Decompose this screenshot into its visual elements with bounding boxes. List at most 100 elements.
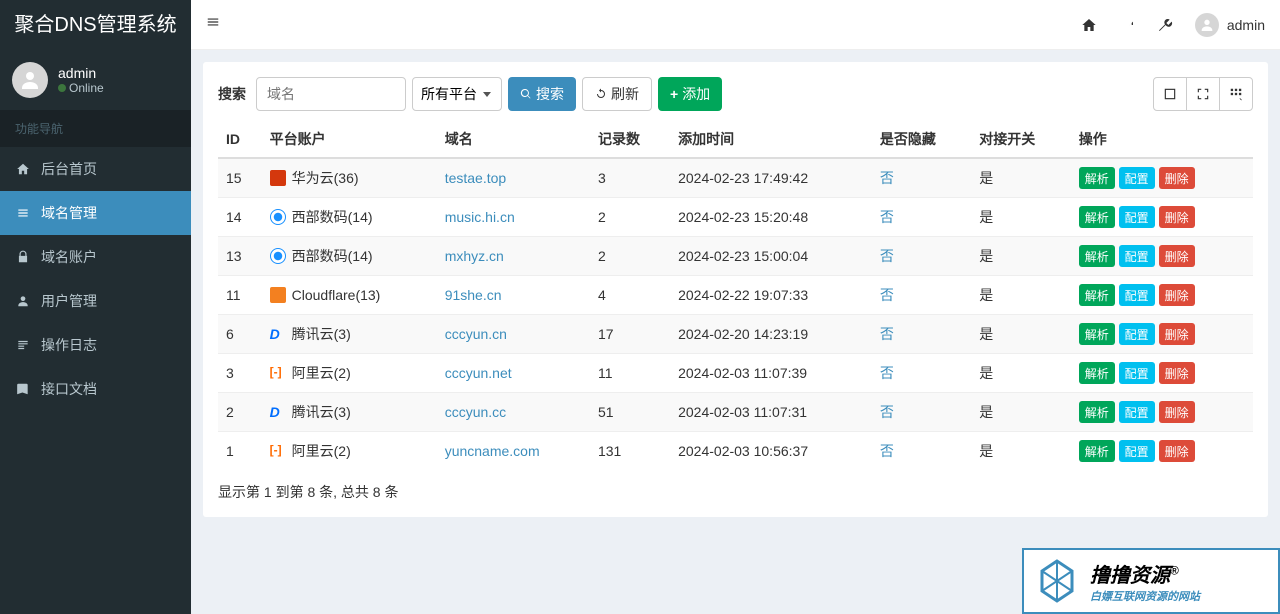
cell-records: 2 — [590, 198, 670, 237]
sidebar-item-label: 接口文档 — [41, 379, 97, 399]
resolve-button[interactable]: 解析 — [1079, 323, 1115, 345]
sidebar-item-domain-manage[interactable]: 域名管理 — [0, 191, 191, 235]
cell-switch: 是 — [971, 393, 1070, 432]
cell-switch: 是 — [971, 432, 1070, 471]
sidebar-item-docs[interactable]: 接口文档 — [0, 367, 191, 411]
resolve-button[interactable]: 解析 — [1079, 167, 1115, 189]
col-account[interactable]: 平台账户 — [262, 121, 437, 158]
domain-link[interactable]: cccyun.cn — [445, 326, 507, 342]
pagination-button[interactable] — [1153, 77, 1187, 111]
delete-button[interactable]: 删除 — [1159, 206, 1195, 228]
cell-records: 3 — [590, 158, 670, 198]
sidebar-item-user-manage[interactable]: 用户管理 — [0, 279, 191, 323]
sidebar-item-domain-account[interactable]: 域名账户 — [0, 235, 191, 279]
domain-link[interactable]: yuncname.com — [445, 443, 540, 459]
sidebar-toggle-button[interactable] — [206, 15, 220, 34]
cell-hidden: 否 — [872, 354, 971, 393]
domain-link[interactable]: cccyun.net — [445, 365, 512, 381]
delete-button[interactable]: 删除 — [1159, 440, 1195, 462]
wrench-icon[interactable] — [1157, 17, 1173, 33]
delete-button[interactable]: 删除 — [1159, 362, 1195, 384]
cell-action: 解析 配置 删除 — [1071, 354, 1253, 393]
search-button[interactable]: 搜索 — [508, 77, 576, 111]
resolve-button[interactable]: 解析 — [1079, 206, 1115, 228]
sidebar-item-home[interactable]: 后台首页 — [0, 147, 191, 191]
resolve-button[interactable]: 解析 — [1079, 401, 1115, 423]
user-icon — [15, 293, 31, 309]
home-icon[interactable] — [1081, 17, 1097, 33]
delete-button[interactable]: 删除 — [1159, 245, 1195, 267]
config-button[interactable]: 配置 — [1119, 284, 1155, 306]
cell-time: 2024-02-23 15:00:04 — [670, 237, 872, 276]
config-button[interactable]: 配置 — [1119, 245, 1155, 267]
sidebar-item-log[interactable]: 操作日志 — [0, 323, 191, 367]
hidden-toggle[interactable]: 否 — [880, 326, 894, 342]
domain-link[interactable]: testae.top — [445, 170, 507, 186]
aliyun-icon: [-] — [270, 443, 286, 459]
domain-link[interactable]: 91she.cn — [445, 287, 502, 303]
search-input[interactable] — [256, 77, 406, 111]
col-hidden[interactable]: 是否隐藏 — [872, 121, 971, 158]
config-button[interactable]: 配置 — [1119, 362, 1155, 384]
delete-button[interactable]: 删除 — [1159, 167, 1195, 189]
delete-button[interactable]: 删除 — [1159, 323, 1195, 345]
columns-button[interactable] — [1219, 77, 1253, 111]
header-user[interactable]: admin — [1195, 13, 1265, 37]
config-button[interactable]: 配置 — [1119, 401, 1155, 423]
domain-link[interactable]: cccyun.cc — [445, 404, 506, 420]
resolve-button[interactable]: 解析 — [1079, 284, 1115, 306]
platform-select[interactable]: 所有平台 — [412, 77, 502, 111]
table-row: 11Cloudflare(13)91she.cn42024-02-22 19:0… — [218, 276, 1253, 315]
cell-account: [-]阿里云(2) — [262, 432, 437, 471]
xbsj-icon — [270, 209, 286, 225]
sidebar-item-label: 域名管理 — [41, 203, 97, 223]
cell-action: 解析 配置 删除 — [1071, 315, 1253, 354]
cell-action: 解析 配置 删除 — [1071, 393, 1253, 432]
hidden-toggle[interactable]: 否 — [880, 209, 894, 225]
cell-account: 西部数码(14) — [262, 198, 437, 237]
user-info: admin Online — [58, 65, 104, 95]
cell-time: 2024-02-03 10:56:37 — [670, 432, 872, 471]
cloudflare-icon — [270, 287, 286, 303]
log-icon — [15, 337, 31, 353]
hidden-toggle[interactable]: 否 — [880, 248, 894, 264]
domain-link[interactable]: music.hi.cn — [445, 209, 515, 225]
domain-link[interactable]: mxhyz.cn — [445, 248, 504, 264]
cell-switch: 是 — [971, 158, 1070, 198]
table-row: 15华为云(36)testae.top32024-02-23 17:49:42否… — [218, 158, 1253, 198]
config-button[interactable]: 配置 — [1119, 323, 1155, 345]
cell-records: 11 — [590, 354, 670, 393]
col-time[interactable]: 添加时间 — [670, 121, 872, 158]
delete-button[interactable]: 删除 — [1159, 284, 1195, 306]
cell-id: 15 — [218, 158, 262, 198]
col-records[interactable]: 记录数 — [590, 121, 670, 158]
col-action[interactable]: 操作 — [1071, 121, 1253, 158]
xbsj-icon — [270, 248, 286, 264]
cell-id: 6 — [218, 315, 262, 354]
hidden-toggle[interactable]: 否 — [880, 365, 894, 381]
cell-records: 4 — [590, 276, 670, 315]
hidden-toggle[interactable]: 否 — [880, 170, 894, 186]
config-button[interactable]: 配置 — [1119, 167, 1155, 189]
config-button[interactable]: 配置 — [1119, 206, 1155, 228]
cell-account: 西部数码(14) — [262, 237, 437, 276]
toolbar: 搜索 所有平台 搜索 刷新 + 添加 — [218, 77, 1253, 111]
fullscreen-button[interactable] — [1186, 77, 1220, 111]
col-switch[interactable]: 对接开关 — [971, 121, 1070, 158]
resolve-button[interactable]: 解析 — [1079, 440, 1115, 462]
hidden-toggle[interactable]: 否 — [880, 287, 894, 303]
refresh-button[interactable]: 刷新 — [582, 77, 652, 111]
delete-button[interactable]: 删除 — [1159, 401, 1195, 423]
cell-time: 2024-02-23 17:49:42 — [670, 158, 872, 198]
col-domain[interactable]: 域名 — [437, 121, 590, 158]
col-id[interactable]: ID — [218, 121, 262, 158]
add-button[interactable]: + 添加 — [658, 77, 722, 111]
tools-icon[interactable] — [1119, 17, 1135, 33]
hidden-toggle[interactable]: 否 — [880, 443, 894, 459]
hidden-toggle[interactable]: 否 — [880, 404, 894, 420]
cell-domain: music.hi.cn — [437, 198, 590, 237]
resolve-button[interactable]: 解析 — [1079, 245, 1115, 267]
cell-records: 131 — [590, 432, 670, 471]
resolve-button[interactable]: 解析 — [1079, 362, 1115, 384]
config-button[interactable]: 配置 — [1119, 440, 1155, 462]
